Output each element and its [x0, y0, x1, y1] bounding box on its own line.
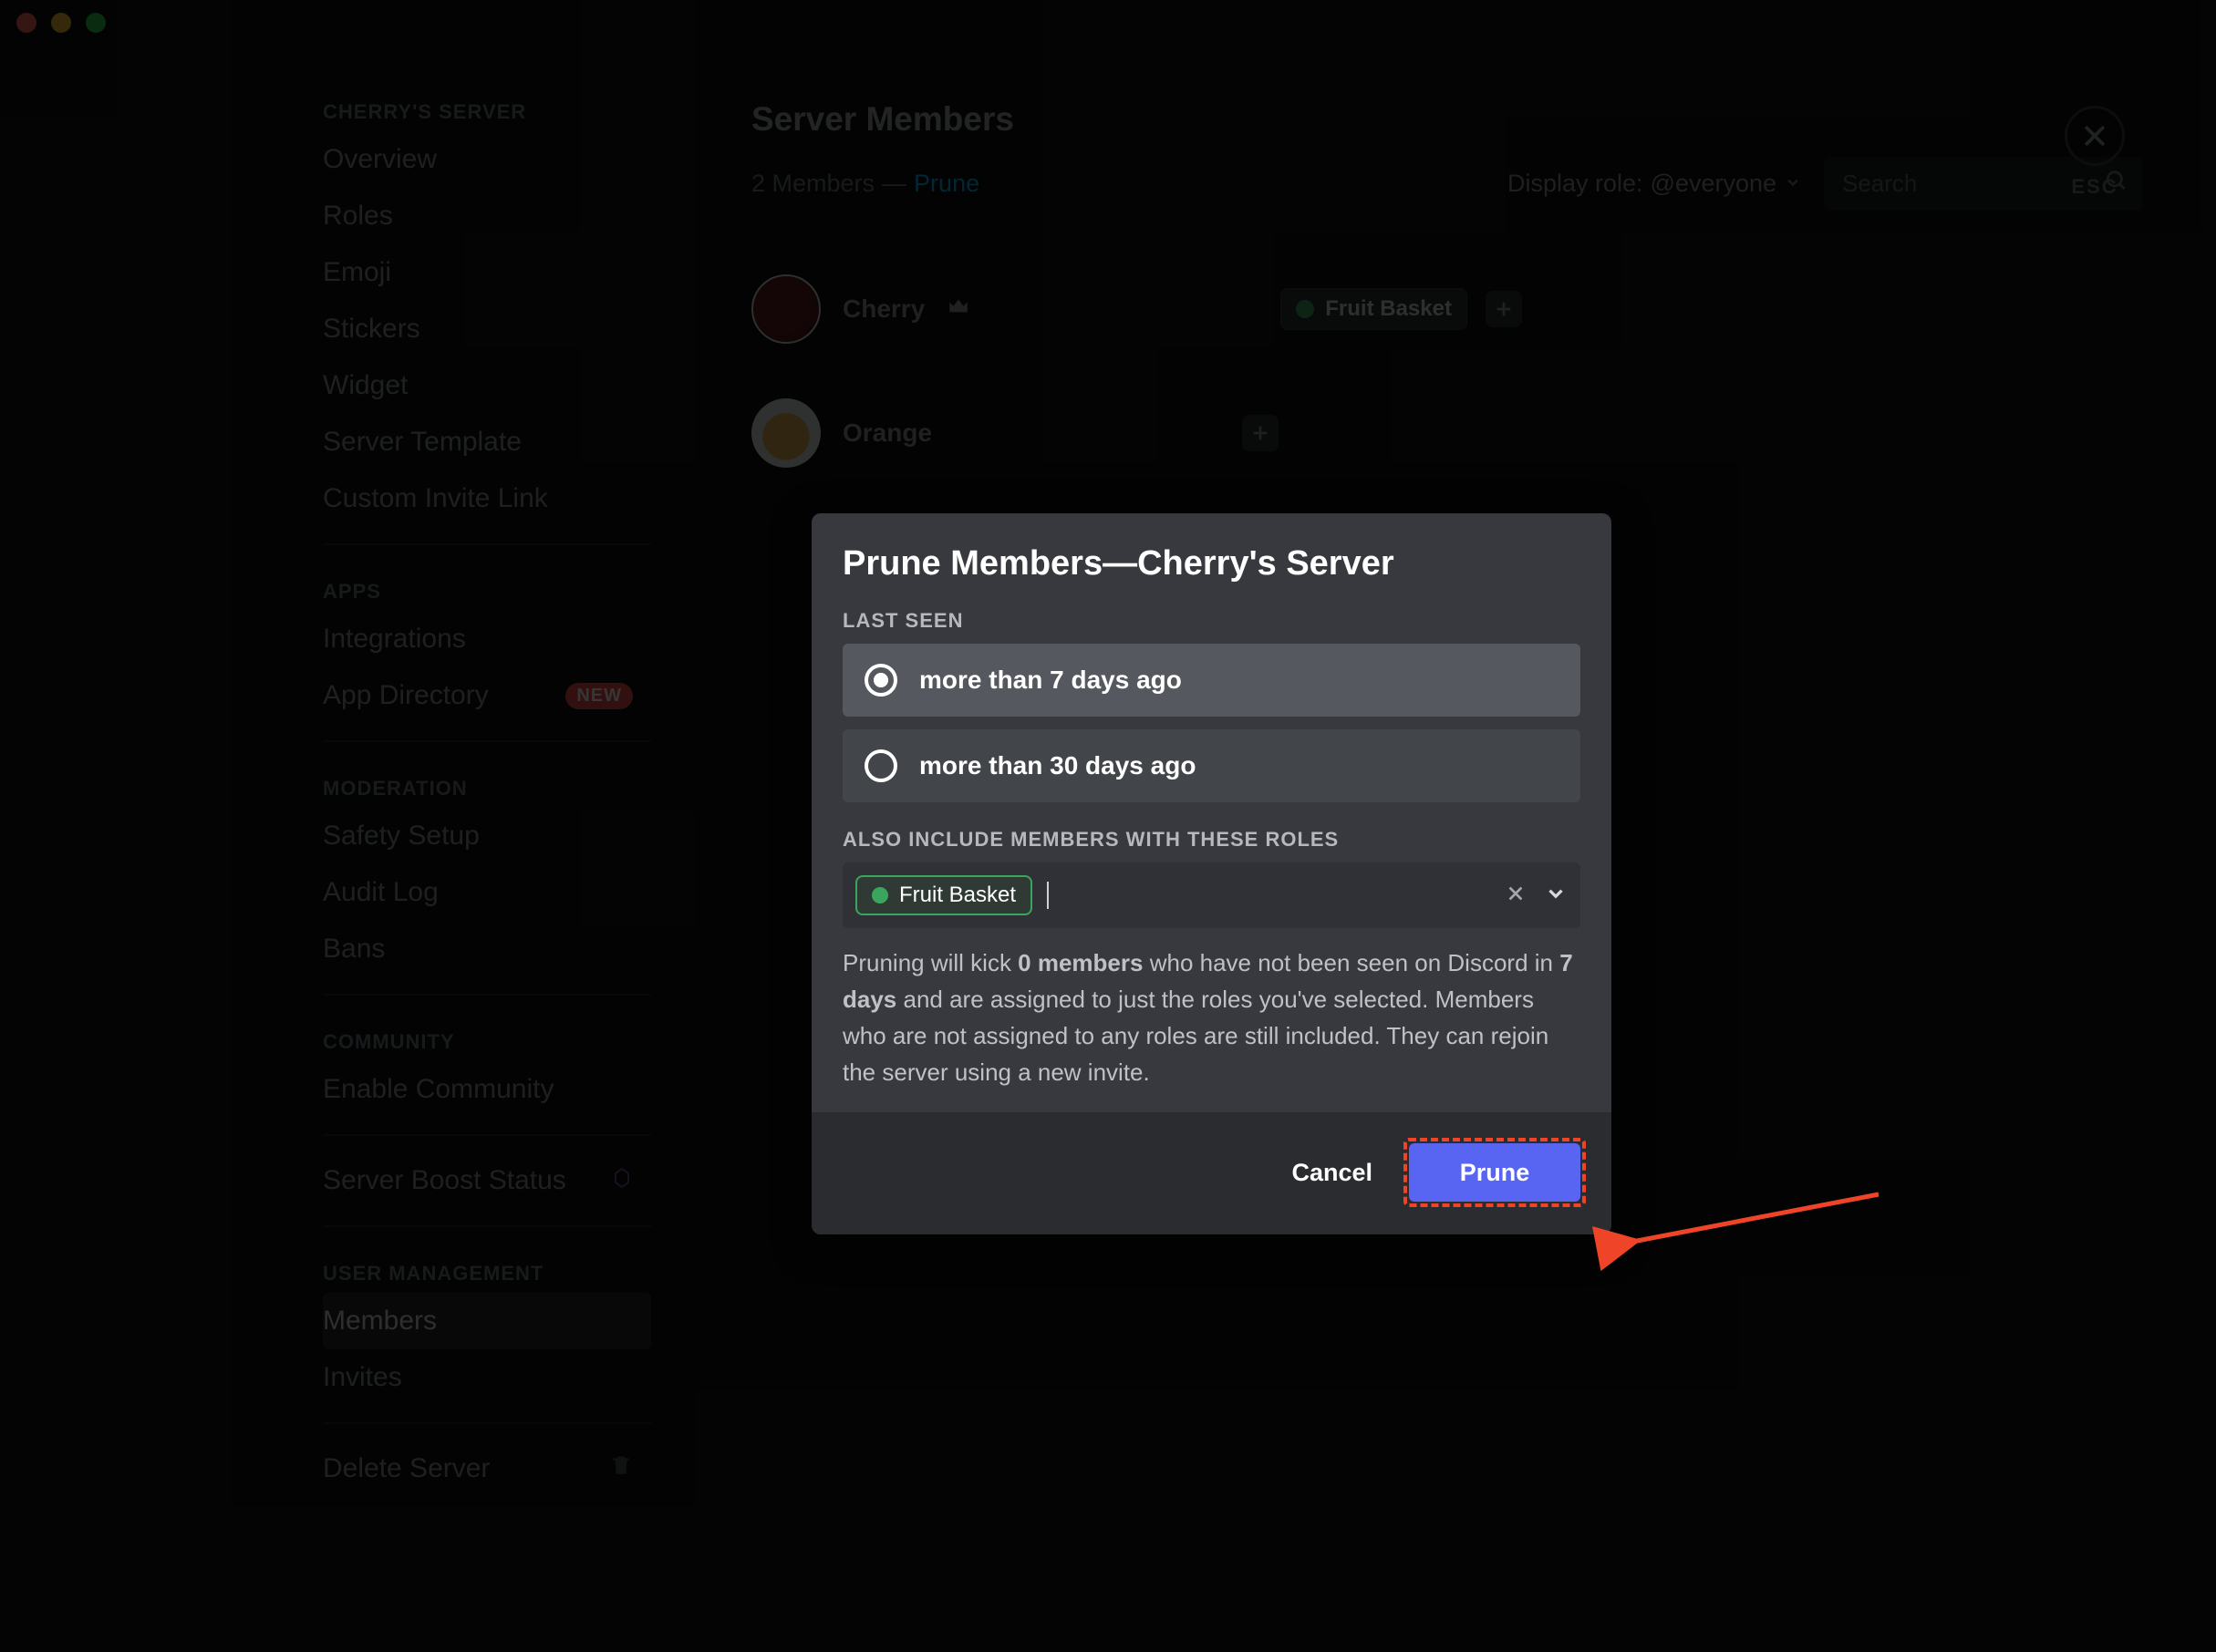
cancel-button[interactable]: Cancel [1286, 1158, 1378, 1188]
role-label: Fruit Basket [899, 883, 1016, 908]
last-seen-radio-group: more than 7 days ago more than 30 days a… [843, 644, 1580, 802]
clear-roles-icon[interactable] [1506, 883, 1526, 908]
role-color-dot [872, 887, 888, 903]
last-seen-label: LAST SEEN [843, 609, 1580, 633]
roles-multiselect[interactable]: Fruit Basket [843, 862, 1580, 928]
modal-title: Prune Members—Cherry's Server [843, 544, 1580, 583]
prune-members-modal: Prune Members—Cherry's Server LAST SEEN … [812, 513, 1611, 1234]
prune-count: 0 members [1018, 949, 1143, 976]
radio-label: more than 30 days ago [919, 751, 1196, 780]
prune-button[interactable]: Prune [1409, 1143, 1580, 1202]
modal-footer: Cancel Prune [812, 1112, 1611, 1234]
selected-role-pill[interactable]: Fruit Basket [855, 875, 1032, 915]
radio-30-days[interactable]: more than 30 days ago [843, 729, 1580, 802]
radio-label: more than 7 days ago [919, 666, 1182, 695]
prune-description: Pruning will kick 0 members who have not… [843, 945, 1580, 1090]
radio-icon [865, 749, 897, 782]
include-roles-label: ALSO INCLUDE MEMBERS WITH THESE ROLES [843, 828, 1580, 852]
radio-7-days[interactable]: more than 7 days ago [843, 644, 1580, 717]
highlight-ring: Prune [1403, 1138, 1586, 1207]
text-cursor [1047, 882, 1049, 909]
radio-icon [865, 664, 897, 697]
chevron-down-icon[interactable] [1544, 882, 1568, 910]
